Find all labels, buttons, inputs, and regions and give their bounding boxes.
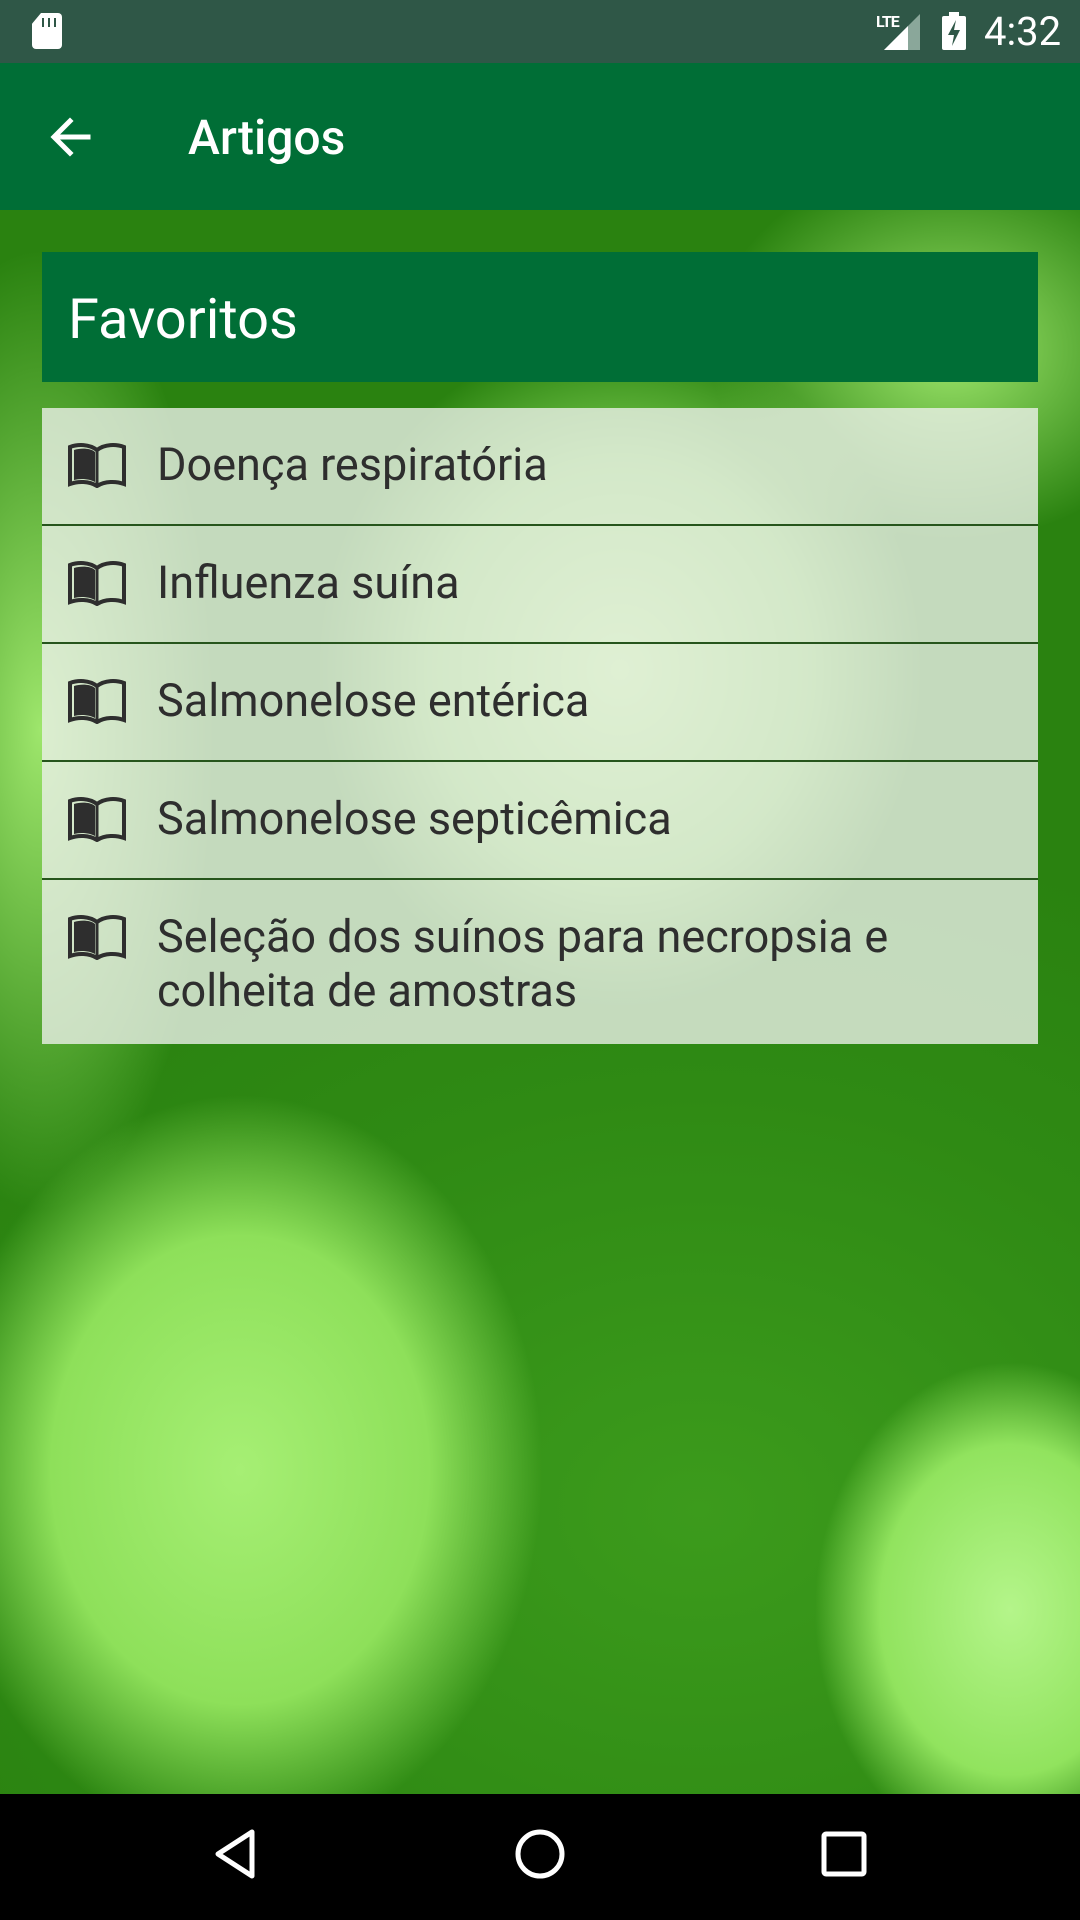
battery-charging-icon (942, 12, 966, 50)
favorites-list: Doença respiratória Influenza suína Salm… (42, 408, 1038, 1044)
back-triangle-icon[interactable] (206, 1824, 266, 1884)
list-item-label: Salmonelose entérica (157, 674, 590, 727)
book-icon (68, 679, 126, 724)
list-item-label: Influenza suína (157, 556, 460, 609)
list-item[interactable]: Salmonelose entérica (42, 644, 1038, 762)
status-bar: LTE 4:32 (0, 0, 1080, 63)
list-item[interactable]: Doença respiratória (42, 408, 1038, 526)
favorites-title: Favoritos (68, 286, 298, 352)
recents-square-icon[interactable] (814, 1824, 874, 1884)
list-item[interactable]: Salmonelose septicêmica (42, 762, 1038, 880)
book-icon (68, 797, 126, 842)
list-item[interactable]: Influenza suína (42, 526, 1038, 644)
book-icon (68, 915, 126, 960)
home-circle-icon[interactable] (510, 1824, 570, 1884)
list-item-label: Doença respiratória (157, 438, 548, 491)
favorites-header: Favoritos (42, 252, 1038, 382)
page-title: Artigos (188, 109, 346, 166)
book-icon (68, 443, 126, 488)
list-item-label: Salmonelose septicêmica (157, 792, 672, 845)
navigation-bar (0, 1794, 1080, 1920)
sd-card-icon (32, 13, 62, 49)
list-item-label: Seleção dos suínos para necropsia e colh… (157, 910, 889, 1017)
app-bar: Artigos (0, 63, 1080, 210)
list-item[interactable]: Seleção dos suínos para necropsia e colh… (42, 880, 1038, 1044)
book-icon (68, 561, 126, 606)
signal-icon (884, 14, 920, 50)
back-arrow-icon[interactable] (42, 107, 102, 167)
clock: 4:32 (984, 8, 1062, 55)
